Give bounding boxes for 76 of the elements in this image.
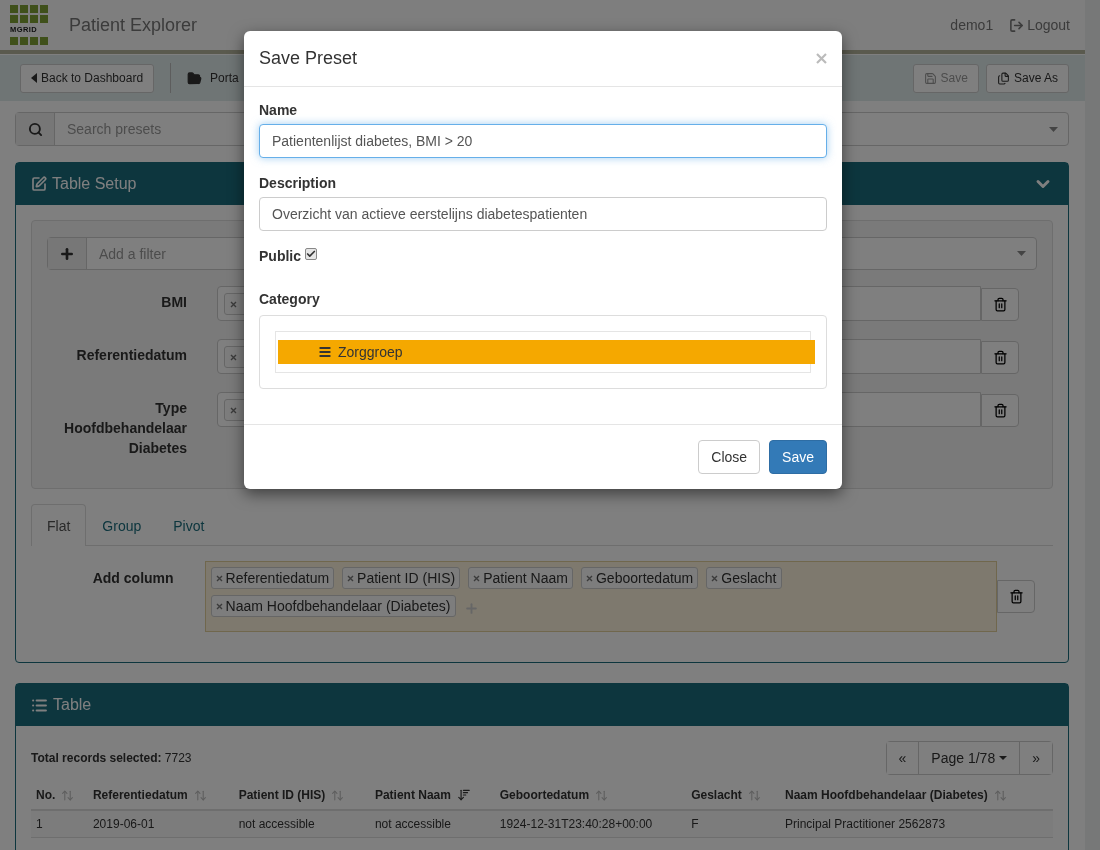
back-button[interactable]: Back to Dashboard — [20, 63, 155, 93]
app-title: Patient Explorer — [69, 14, 198, 36]
remove-icon[interactable] — [347, 574, 355, 582]
caret-left-icon — [31, 73, 37, 83]
menu-icon — [318, 345, 332, 359]
panel-title: Table — [53, 696, 92, 714]
edit-icon — [31, 176, 47, 192]
field-label: Category — [259, 291, 321, 307]
add-column-label: Add column — [91, 569, 174, 586]
delete-button[interactable] — [981, 394, 1019, 427]
dropdown-caret-icon — [1017, 251, 1026, 256]
trash-icon — [992, 350, 1008, 365]
delete-button[interactable] — [981, 288, 1019, 321]
column-chip[interactable]: Naam Hoofdbehandelaar (Diabetes) — [210, 595, 456, 617]
files-icon — [996, 71, 1010, 85]
field-label: Name — [259, 102, 299, 118]
plus-icon — [59, 245, 75, 262]
remove-icon[interactable] — [711, 574, 719, 582]
filter-label: Referentiedatum — [75, 346, 187, 365]
remove-icon[interactable] — [230, 353, 237, 361]
close-button[interactable]: Close — [698, 440, 761, 474]
username: demo1 — [950, 17, 994, 33]
folder-icon — [187, 70, 203, 86]
field-label: Public — [259, 248, 301, 264]
table-cell: 1 — [31, 810, 88, 838]
column-chip[interactable]: Referentiedatum — [210, 567, 335, 589]
logo-squares-icon — [10, 5, 48, 23]
total-records-text: Total records selected: 7723 — [31, 751, 192, 765]
remove-icon[interactable] — [585, 574, 593, 582]
tab[interactable]: Flat — [31, 504, 87, 546]
table-cell: F — [686, 810, 780, 838]
panel-title: Table Setup — [52, 175, 137, 193]
field-label: Description — [259, 175, 337, 191]
trash-icon — [1008, 589, 1024, 604]
add-icon — [463, 601, 479, 616]
list-icon — [31, 696, 48, 714]
logo-squares-icon — [10, 37, 48, 45]
last-page-button[interactable]: » — [1019, 742, 1052, 774]
caret-icon — [999, 756, 1008, 760]
column-chip[interactable]: Geslacht — [706, 567, 782, 589]
delete-button[interactable] — [981, 341, 1019, 374]
portal-link[interactable]: Porta — [187, 70, 239, 86]
table-cell: not accessible — [369, 810, 495, 838]
search-icon — [27, 121, 43, 137]
dialog-title: Save Preset — [259, 48, 358, 69]
remove-icon[interactable] — [230, 406, 237, 414]
trash-icon — [992, 297, 1008, 312]
table-cell: 2019-06-01 — [87, 810, 234, 838]
logout-link[interactable]: Logout — [1009, 17, 1070, 33]
remove-icon[interactable] — [473, 574, 481, 582]
save-as-button[interactable]: Save As — [985, 63, 1069, 93]
table-cell: 1924-12-31T23:40:28+00:00 — [494, 810, 687, 838]
tree-item[interactable]: Zorggroep — [278, 340, 815, 364]
filter-label: BMI — [160, 293, 187, 312]
columns-field[interactable]: Referentiedatum Patient ID (HIS) Patient Naam Geboortedatum Geslacht Naam Hoofdbehandelaar (Diabetes) — [204, 561, 998, 632]
column-chip[interactable]: Patient ID (HIS) — [342, 567, 461, 589]
close-icon[interactable] — [816, 53, 827, 64]
column-chip[interactable]: Patient Naam — [468, 567, 573, 589]
dropdown-caret-icon — [1049, 126, 1058, 132]
filter-label: Type Hoofdbehandelaar Diabetes — [63, 399, 187, 458]
logout-icon — [1009, 17, 1025, 33]
remove-icon[interactable] — [215, 574, 223, 582]
trash-icon — [992, 403, 1008, 418]
table-cell: not accessible — [233, 810, 370, 838]
column-chip[interactable]: Geboortedatum — [580, 567, 699, 589]
description-field[interactable]: Overzicht van actieve eerstelijns diabetespatienten — [259, 197, 827, 231]
tab[interactable]: Group — [86, 504, 158, 546]
remove-icon[interactable] — [230, 300, 237, 308]
save-button[interactable]: Save — [769, 440, 827, 474]
public-checkbox[interactable] — [305, 248, 317, 260]
remove-icon[interactable] — [215, 602, 223, 610]
name-field[interactable]: Patientenlijst diabetes, BMI > 20 — [259, 124, 827, 158]
delete-button[interactable] — [997, 580, 1035, 613]
table-cell: Principal Practitioner 2562873 — [780, 810, 1053, 838]
save-icon — [923, 71, 937, 85]
tab[interactable]: Pivot — [157, 504, 221, 546]
